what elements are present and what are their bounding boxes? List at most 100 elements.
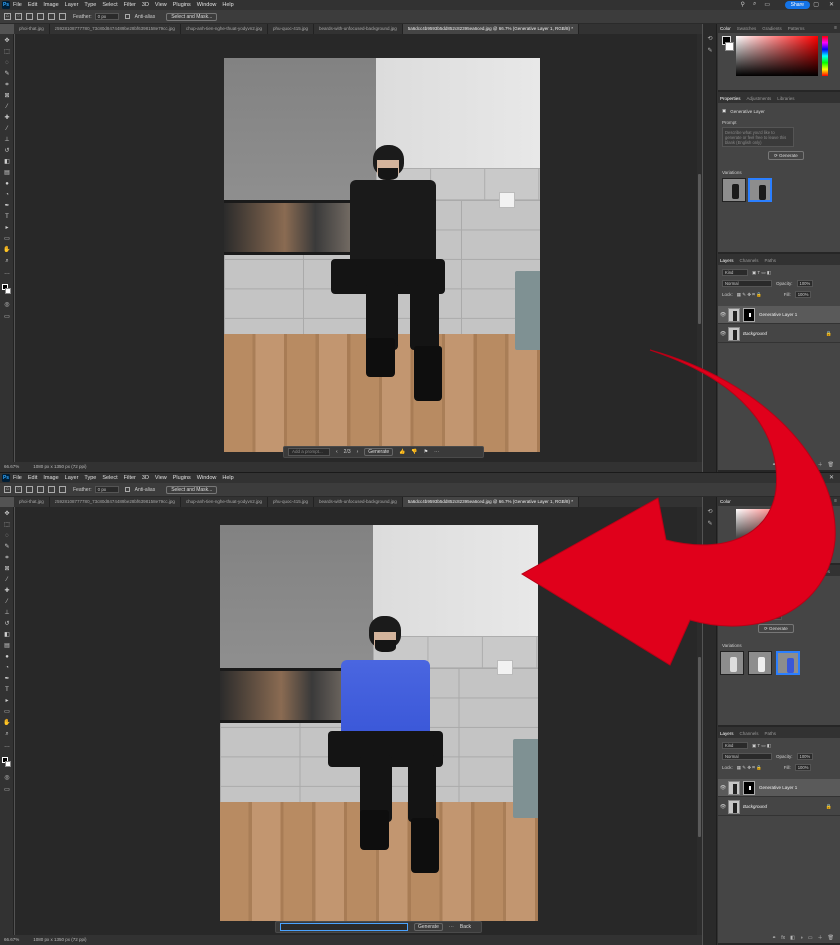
add-selection-icon[interactable] xyxy=(37,486,44,493)
doc-tab[interactable]: z5928108777780_73c80d8474489be28bf639815… xyxy=(49,497,181,507)
blur-icon[interactable]: ● xyxy=(3,654,11,660)
intersect-selection-icon[interactable] xyxy=(59,13,66,20)
subtract-selection-icon[interactable] xyxy=(48,13,55,20)
search-icon[interactable]: ⌕ xyxy=(753,1,756,8)
thumbs-down-icon[interactable]: 👎 xyxy=(411,449,417,455)
tab-libraries[interactable]: Libraries xyxy=(777,96,794,101)
doc-tab[interactable]: phu-quoc-415.jpg xyxy=(267,24,314,34)
generate-button[interactable]: Generate xyxy=(364,448,394,456)
generate-button[interactable]: ⟳ Generate xyxy=(768,151,804,160)
hue-slider[interactable] xyxy=(822,36,828,76)
menu-image[interactable]: Image xyxy=(43,475,58,481)
stamp-icon[interactable]: ⊥ xyxy=(3,610,11,616)
tab-channels[interactable]: Channels xyxy=(740,731,759,736)
tab-patterns[interactable]: Patterns xyxy=(788,26,805,31)
maximize-icon[interactable]: ▢ xyxy=(813,1,819,8)
mask-icon[interactable]: ◧ xyxy=(790,934,795,943)
lock-icon[interactable]: 🔒 xyxy=(826,331,832,337)
history-icon[interactable]: ⟲ xyxy=(706,36,714,42)
folder-icon[interactable]: ▭ xyxy=(808,461,813,470)
tab-paths[interactable]: Paths xyxy=(765,258,777,263)
crop-icon[interactable]: ⌗ xyxy=(3,555,11,561)
eyedropper-icon[interactable]: ⁄ xyxy=(3,577,11,583)
lasso-tool-icon[interactable]: ◌ xyxy=(15,486,22,493)
path-select-icon[interactable]: ▸ xyxy=(3,225,11,231)
layer-mask-thumbnail[interactable] xyxy=(743,307,755,322)
prompt-textarea[interactable]: Describe what you'd like to generate or … xyxy=(722,127,794,147)
tab-layers[interactable]: Layers xyxy=(720,258,734,263)
document-photo[interactable] xyxy=(224,58,540,452)
history-brush-icon[interactable]: ↺ xyxy=(3,621,11,627)
menu-filter[interactable]: Filter xyxy=(124,475,136,481)
menu-plugins[interactable]: Plugins xyxy=(173,2,191,8)
minimize-icon[interactable]: – xyxy=(800,1,803,8)
doc-tab-active[interactable]: 5a6dcc4b9593b5dd852c82395ea6ced.jpg @ 66… xyxy=(402,497,579,507)
canvas-scrollbar[interactable] xyxy=(697,34,702,462)
new-layer-icon[interactable]: ＋ xyxy=(818,461,823,470)
marquee-icon[interactable]: ⬚ xyxy=(3,522,11,528)
brush-settings-icon[interactable]: ✎ xyxy=(706,48,714,54)
canvas-scrollbar[interactable] xyxy=(697,507,702,935)
variation-thumbnail-selected[interactable] xyxy=(776,651,800,675)
fill-input[interactable]: 100% xyxy=(794,291,811,298)
antialias-checkbox[interactable] xyxy=(124,487,130,492)
add-selection-icon[interactable] xyxy=(37,13,44,20)
menu-type[interactable]: Type xyxy=(84,2,96,8)
gradient-icon[interactable]: ▤ xyxy=(3,643,11,649)
more-options-icon[interactable]: ⋯ xyxy=(434,449,439,455)
pen-icon[interactable]: ✒ xyxy=(3,203,11,209)
eyedropper-icon[interactable]: ⁄ xyxy=(3,104,11,110)
menu-filter[interactable]: Filter xyxy=(124,2,136,8)
doc-tab[interactable]: z5928108777780_73c80d8474489be28bf639815… xyxy=(49,24,181,34)
menu-file[interactable]: File xyxy=(13,2,22,8)
variation-thumbnail[interactable] xyxy=(720,651,744,675)
close-icon[interactable]: ✕ xyxy=(829,474,834,481)
doc-tab-active[interactable]: 5a6dcc4b9593b5dd852c82395ea6ced.jpg @ 66… xyxy=(402,24,579,34)
healing-icon[interactable]: ✚ xyxy=(3,588,11,594)
frame-icon[interactable]: ⊠ xyxy=(3,566,11,572)
dodge-icon[interactable]: ◔ xyxy=(3,665,11,671)
doc-tab[interactable]: phoi-that.jpg xyxy=(14,24,50,34)
canvas-area[interactable]: Add a prompt... ‹ 2/3 › Generate 👍 👎 ⚑ ⋯ xyxy=(15,34,702,462)
eye-icon[interactable]: 👁 xyxy=(718,785,728,791)
doc-tab[interactable]: beards-with-unfocused-background.jpg xyxy=(314,24,403,34)
menu-3d[interactable]: 3D xyxy=(142,2,149,8)
fx-icon[interactable]: fx xyxy=(781,934,785,943)
doc-tab[interactable]: beards-with-unfocused-background.jpg xyxy=(314,497,403,507)
home-icon[interactable]: ⌂ xyxy=(4,486,11,493)
chevron-left-icon[interactable]: ‹ xyxy=(336,449,338,455)
quick-mask-icon[interactable]: ◎ xyxy=(3,302,11,308)
generate-button[interactable]: ⟳ Generate xyxy=(758,624,794,633)
generate-button[interactable]: Generate xyxy=(414,923,443,931)
adjustment-icon[interactable]: ◑ xyxy=(800,934,803,943)
move-icon[interactable]: ✥ xyxy=(3,511,11,517)
stamp-icon[interactable]: ⊥ xyxy=(3,137,11,143)
crop-icon[interactable]: ⌗ xyxy=(3,82,11,88)
blend-mode-select[interactable]: Normal xyxy=(722,753,772,760)
trash-icon[interactable]: 🗑 xyxy=(828,934,834,943)
feather-input[interactable]: 0 px xyxy=(94,486,119,493)
fx-icon[interactable]: fx xyxy=(781,461,785,470)
panel-menu-icon[interactable]: ≡ xyxy=(834,498,837,504)
filter-icons[interactable]: ▣ T ▭ ◧ xyxy=(752,743,771,749)
menu-window[interactable]: Window xyxy=(197,2,217,8)
brush-settings-icon[interactable]: ✎ xyxy=(706,521,714,527)
history-brush-icon[interactable]: ↺ xyxy=(3,148,11,154)
prompt-input[interactable]: Add a prompt... xyxy=(288,448,330,456)
menu-help[interactable]: Help xyxy=(222,475,233,481)
select-and-mask-button[interactable]: Select and Mask... xyxy=(166,485,218,494)
menu-select[interactable]: Select xyxy=(102,475,117,481)
maximize-icon[interactable]: ▢ xyxy=(813,474,819,481)
tab-properties[interactable]: Properties xyxy=(720,96,741,101)
close-icon[interactable]: ✕ xyxy=(829,1,834,8)
zoom-icon[interactable]: ⌕ xyxy=(3,258,11,264)
hue-slider[interactable] xyxy=(822,509,828,549)
more-options-icon[interactable]: ⋯ xyxy=(449,924,454,930)
color-picker-field[interactable] xyxy=(736,509,818,549)
workspace-icon[interactable]: ▭ xyxy=(764,1,770,8)
eraser-icon[interactable]: ◧ xyxy=(3,159,11,165)
layer-row[interactable]: 👁 Background 🔒 xyxy=(718,325,840,343)
type-icon[interactable]: T xyxy=(3,687,11,693)
path-select-icon[interactable]: ▸ xyxy=(3,698,11,704)
antialias-checkbox[interactable] xyxy=(124,14,130,19)
